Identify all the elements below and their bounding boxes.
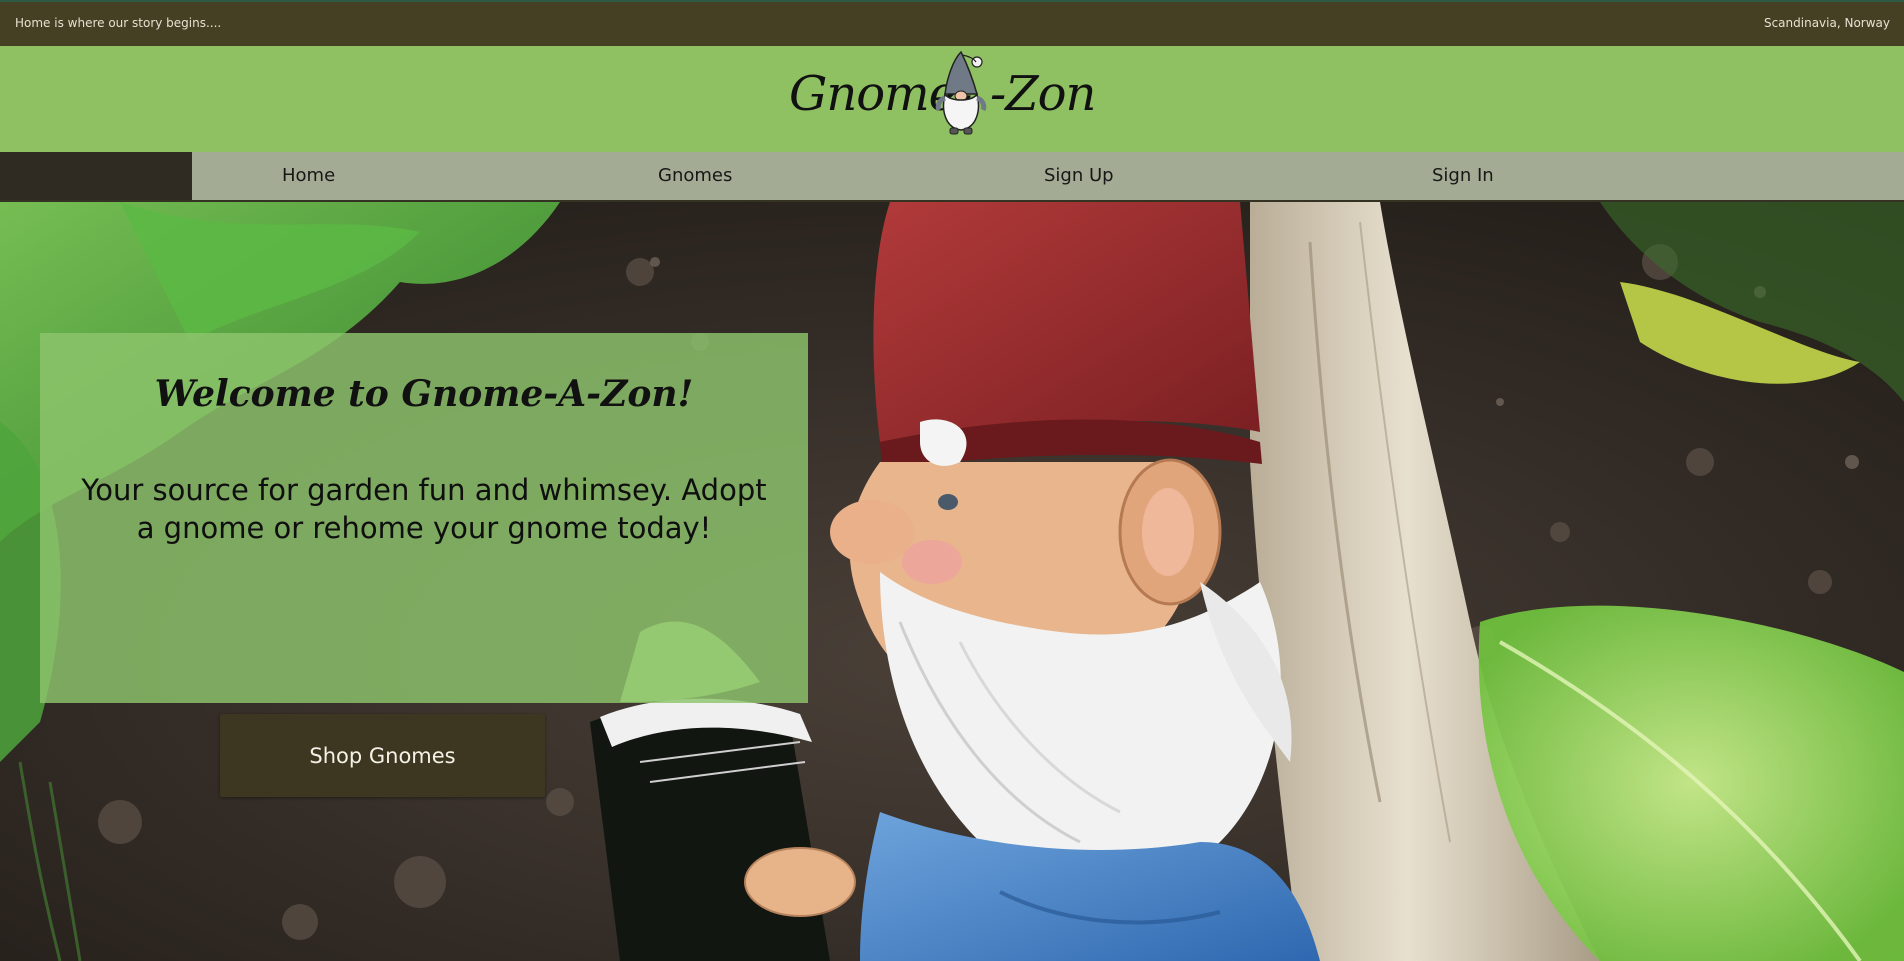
gnome-mascot-icon bbox=[935, 50, 987, 135]
logo-text-right: -Zon bbox=[990, 66, 1096, 122]
tagline-text: Home is where our story begins.... bbox=[15, 16, 222, 30]
nav-item-home[interactable]: Home bbox=[282, 152, 335, 200]
hero-banner: Welcome to Gnome-A-Zon! Your source for … bbox=[0, 202, 1904, 961]
welcome-subtitle: Your source for garden fun and whimsey. … bbox=[81, 473, 767, 545]
nav-item-sign-up[interactable]: Sign Up bbox=[1044, 152, 1114, 200]
main-nav: Home Gnomes Sign Up Sign In bbox=[192, 152, 1904, 200]
site-header: Gnome- -Zon bbox=[0, 46, 1904, 152]
site-logo[interactable]: Gnome- -Zon bbox=[785, 50, 1096, 146]
shop-gnomes-button[interactable]: Shop Gnomes bbox=[220, 714, 545, 797]
welcome-title: Welcome to Gnome-A-Zon! bbox=[154, 373, 694, 415]
nav-item-gnomes[interactable]: Gnomes bbox=[658, 152, 732, 200]
top-bar: Home is where our story begins.... Scand… bbox=[0, 0, 1904, 46]
nav-item-sign-in[interactable]: Sign In bbox=[1432, 152, 1494, 200]
welcome-panel: Welcome to Gnome-A-Zon! Your source for … bbox=[40, 333, 808, 703]
location-text: Scandinavia, Norway bbox=[1763, 16, 1890, 30]
